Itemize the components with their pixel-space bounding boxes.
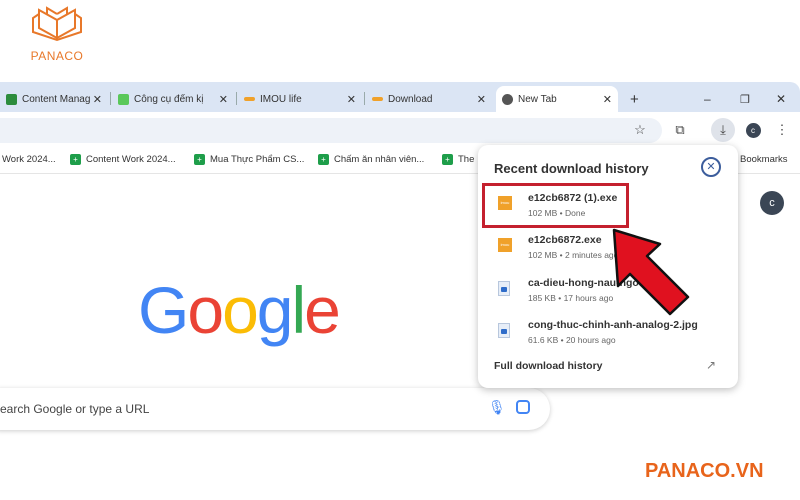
address-bar[interactable]: [0, 118, 662, 143]
tab-imou-life[interactable]: IMOU life ✕: [238, 86, 362, 112]
panaco-watermark: PANACO.VN: [645, 460, 764, 482]
tab-favicon-icon: [6, 93, 17, 105]
open-external-icon[interactable]: ↗: [706, 358, 716, 372]
tab-strip: Content Manag ✕ Công cụ đếm kị ✕ IMOU life…: [0, 82, 800, 112]
all-bookmarks[interactable]: Bookmarks: [740, 154, 788, 165]
tab-label: Content Manag: [22, 93, 91, 105]
tab-new-tab[interactable]: New Tab ✕: [496, 86, 618, 112]
bookmark-star-icon[interactable]: ☆: [628, 118, 652, 142]
google-logo-letter: g: [256, 273, 294, 347]
bookmark-item[interactable]: + Mua Thực Phẩm CS...: [194, 154, 304, 165]
google-logo-letter: o: [222, 273, 259, 347]
profile-avatar[interactable]: c: [741, 118, 765, 142]
tab-close-icon[interactable]: ✕: [93, 93, 102, 106]
google-logo-letter: G: [138, 273, 189, 347]
bookmark-item[interactable]: + The: [442, 154, 474, 165]
popup-title: Recent download history: [494, 161, 649, 176]
sheets-icon: +: [70, 154, 81, 165]
tab-close-icon[interactable]: ✕: [219, 93, 228, 106]
search-box[interactable]: earch Google or type a URL 🎙: [0, 388, 550, 430]
chrome-favicon-icon: [502, 93, 513, 105]
tab-label: Download: [388, 93, 433, 105]
tab-close-icon[interactable]: ✕: [477, 93, 486, 106]
imou-favicon-icon: [372, 97, 383, 101]
image-file-icon: [498, 281, 510, 296]
bookmark-item[interactable]: + Content Work 2024...: [70, 154, 176, 165]
tab-label: IMOU life: [260, 93, 302, 105]
tab-download[interactable]: Download ✕: [366, 86, 492, 112]
google-logo-letter: l: [291, 273, 307, 347]
google-lens-icon[interactable]: [516, 400, 530, 414]
imou-favicon-icon: [244, 97, 255, 101]
bookmark-item[interactable]: + Chấm ăn nhân viên...: [318, 154, 424, 165]
tab-label: New Tab: [518, 93, 557, 105]
red-arrow-icon: [612, 228, 690, 316]
logo-text: PANACO: [30, 49, 84, 63]
microphone-icon[interactable]: 🎙: [488, 399, 506, 416]
tab-label: Công cụ đếm kị: [134, 93, 204, 105]
minimize-button[interactable]: –: [698, 86, 717, 112]
sheets-icon: +: [194, 154, 205, 165]
menu-icon[interactable]: ⋮: [770, 118, 794, 142]
sheets-icon: +: [318, 154, 329, 165]
tab-close-icon[interactable]: ✕: [603, 93, 612, 106]
page-profile-avatar[interactable]: c: [760, 191, 784, 215]
close-icon[interactable]: ✕: [701, 157, 721, 177]
bookmark-item[interactable]: Work 2024...: [2, 154, 56, 165]
tab-content-manager[interactable]: Content Manag ✕: [0, 86, 108, 112]
exe-file-icon: imou: [498, 238, 512, 252]
full-download-history-link[interactable]: Full download history: [494, 360, 603, 372]
tab-favicon-icon: [118, 93, 129, 105]
google-logo-letter: e: [304, 273, 341, 347]
sheets-icon: +: [442, 154, 453, 165]
book-logo-icon: [32, 6, 82, 42]
new-tab-button[interactable]: +: [624, 86, 645, 112]
close-window-button[interactable]: ✕: [770, 86, 792, 112]
download-icon[interactable]: ⤓: [711, 118, 735, 142]
search-placeholder: earch Google or type a URL: [0, 402, 150, 416]
panaco-logo: PANACO: [22, 6, 92, 63]
image-file-icon: [498, 323, 510, 338]
tab-cong-cu[interactable]: Công cụ đếm kị ✕: [112, 86, 234, 112]
extensions-icon[interactable]: ⧉: [668, 118, 692, 142]
download-item[interactable]: cong-thuc-chinh-anh-analog-2.jpg 61.6 KB …: [494, 317, 724, 355]
google-logo-letter: o: [187, 273, 224, 347]
restore-button[interactable]: ❐: [734, 86, 756, 112]
tab-close-icon[interactable]: ✕: [347, 93, 356, 106]
google-logo: Google: [138, 272, 341, 348]
